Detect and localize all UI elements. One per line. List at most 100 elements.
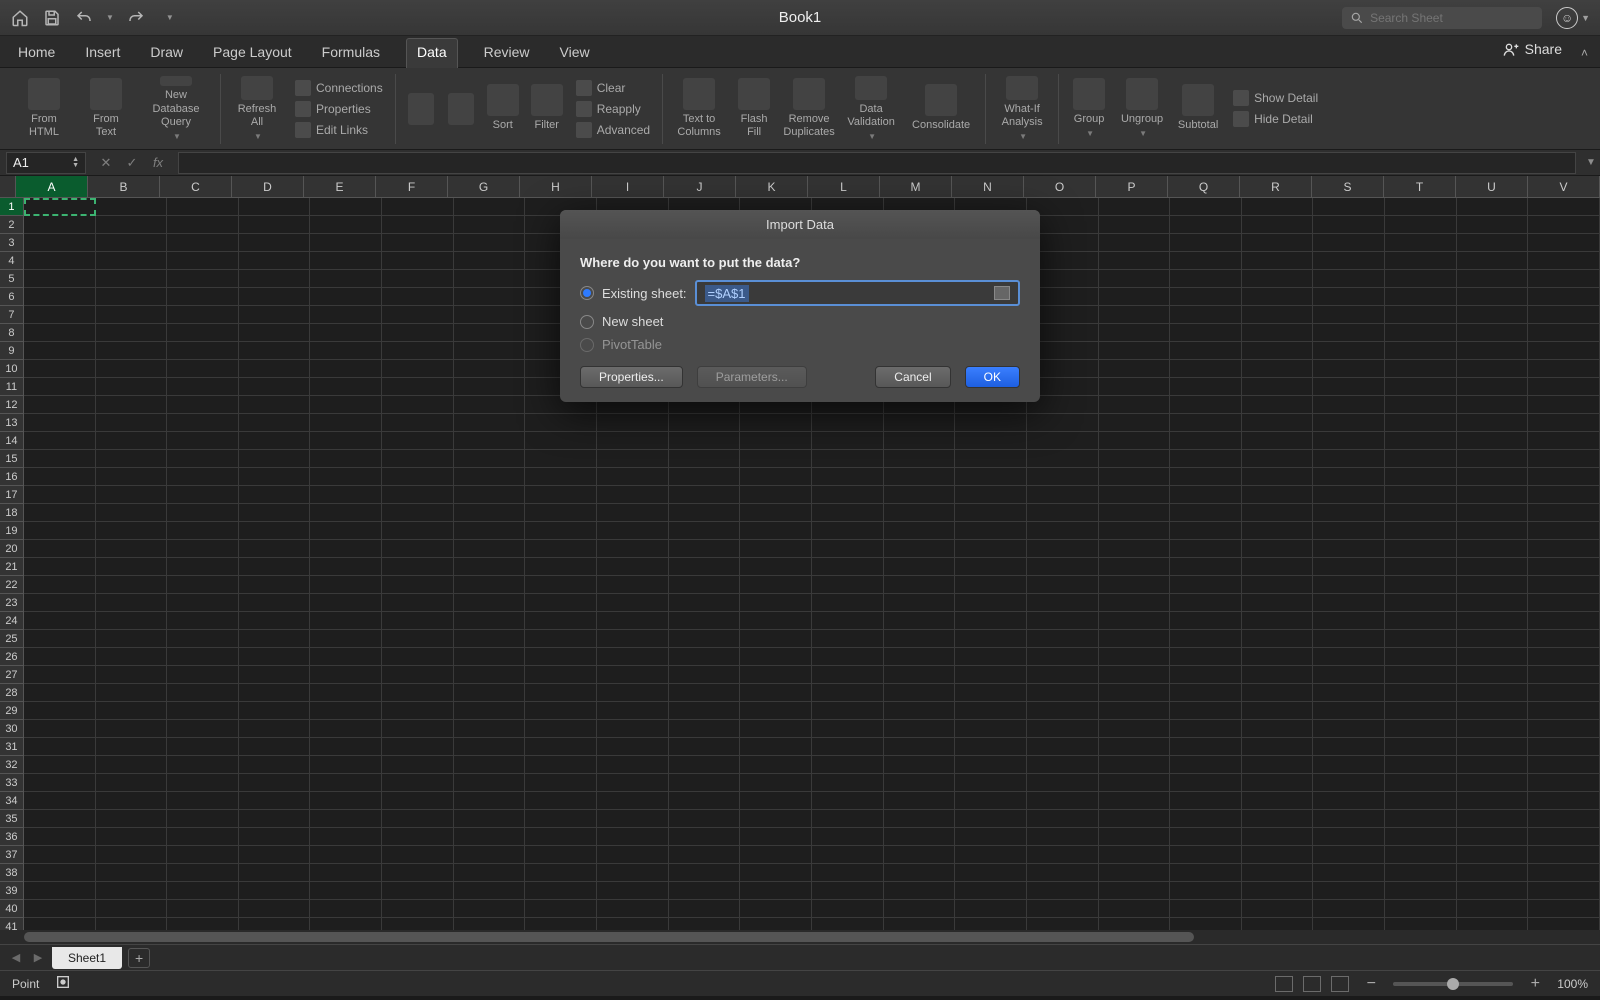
cell[interactable]: [24, 630, 96, 648]
cell[interactable]: [310, 360, 382, 378]
cell[interactable]: [454, 432, 526, 450]
cell[interactable]: [96, 540, 168, 558]
clear-filter-button[interactable]: Clear: [572, 79, 654, 97]
cell[interactable]: [1242, 666, 1314, 684]
cell[interactable]: [1027, 612, 1099, 630]
cell[interactable]: [884, 450, 956, 468]
cell[interactable]: [1313, 864, 1385, 882]
cell[interactable]: [884, 648, 956, 666]
cell[interactable]: [167, 396, 239, 414]
cell[interactable]: [239, 846, 311, 864]
cell[interactable]: [454, 576, 526, 594]
cell[interactable]: [24, 414, 96, 432]
cell[interactable]: [1385, 378, 1457, 396]
cell[interactable]: [1027, 846, 1099, 864]
row-header[interactable]: 5: [0, 270, 24, 288]
cell[interactable]: [884, 684, 956, 702]
cell[interactable]: [1170, 756, 1242, 774]
cell[interactable]: [96, 900, 168, 918]
cell[interactable]: [1313, 486, 1385, 504]
cell[interactable]: [24, 720, 96, 738]
cell[interactable]: [239, 414, 311, 432]
column-header[interactable]: G: [448, 176, 520, 197]
cell[interactable]: [1313, 432, 1385, 450]
cell[interactable]: [669, 450, 741, 468]
cell[interactable]: [1242, 342, 1314, 360]
name-box[interactable]: A1 ▲▼: [6, 152, 86, 174]
cell[interactable]: [1457, 828, 1529, 846]
cell[interactable]: [1099, 594, 1171, 612]
cell[interactable]: [525, 864, 597, 882]
cell[interactable]: [1528, 378, 1600, 396]
column-header[interactable]: K: [736, 176, 808, 197]
cell[interactable]: [96, 648, 168, 666]
cell[interactable]: [167, 378, 239, 396]
cell[interactable]: [1457, 378, 1529, 396]
cell[interactable]: [239, 504, 311, 522]
cell[interactable]: [1099, 882, 1171, 900]
cell[interactable]: [1457, 234, 1529, 252]
cell[interactable]: [1027, 882, 1099, 900]
cell[interactable]: [454, 450, 526, 468]
cell[interactable]: [239, 288, 311, 306]
cell[interactable]: [96, 270, 168, 288]
cell[interactable]: [96, 666, 168, 684]
cell[interactable]: [1385, 342, 1457, 360]
share-button[interactable]: Share: [1503, 41, 1562, 57]
cell[interactable]: [1385, 630, 1457, 648]
cell[interactable]: [1170, 288, 1242, 306]
cell[interactable]: [1313, 288, 1385, 306]
cell[interactable]: [96, 774, 168, 792]
cell[interactable]: [96, 396, 168, 414]
cell[interactable]: [96, 414, 168, 432]
cell[interactable]: [1313, 342, 1385, 360]
cell[interactable]: [96, 378, 168, 396]
cell[interactable]: [1027, 810, 1099, 828]
cell[interactable]: [1528, 198, 1600, 216]
cell[interactable]: [382, 234, 454, 252]
cell[interactable]: [597, 828, 669, 846]
cell[interactable]: [1457, 522, 1529, 540]
column-header[interactable]: V: [1528, 176, 1600, 197]
column-header[interactable]: B: [88, 176, 160, 197]
cell[interactable]: [1385, 234, 1457, 252]
cell[interactable]: [597, 702, 669, 720]
undo-icon[interactable]: [74, 8, 94, 28]
cell[interactable]: [597, 450, 669, 468]
cell[interactable]: [382, 252, 454, 270]
cell[interactable]: [525, 648, 597, 666]
cell[interactable]: [382, 324, 454, 342]
cell[interactable]: [167, 198, 239, 216]
cell[interactable]: [1313, 216, 1385, 234]
cell[interactable]: [884, 576, 956, 594]
row-header[interactable]: 20: [0, 540, 24, 558]
destination-cell-input[interactable]: =$A$1: [695, 280, 1020, 306]
cell[interactable]: [1528, 414, 1600, 432]
cell[interactable]: [1313, 702, 1385, 720]
cell[interactable]: [1385, 666, 1457, 684]
feedback-smiley-icon[interactable]: ☺: [1556, 7, 1578, 29]
cell[interactable]: [1027, 630, 1099, 648]
cell[interactable]: [1457, 558, 1529, 576]
cell[interactable]: [310, 342, 382, 360]
cell[interactable]: [1027, 576, 1099, 594]
row-header[interactable]: 29: [0, 702, 24, 720]
cell[interactable]: [812, 486, 884, 504]
cell[interactable]: [310, 558, 382, 576]
cell[interactable]: [454, 414, 526, 432]
cell[interactable]: [669, 648, 741, 666]
cell[interactable]: [167, 684, 239, 702]
row-header[interactable]: 9: [0, 342, 24, 360]
cell[interactable]: [24, 882, 96, 900]
cell[interactable]: [1528, 360, 1600, 378]
cell[interactable]: [669, 846, 741, 864]
save-icon[interactable]: [42, 8, 62, 28]
cell[interactable]: [597, 486, 669, 504]
flash-fill-button[interactable]: Flash Fill: [733, 76, 775, 142]
cell[interactable]: [812, 666, 884, 684]
cell[interactable]: [24, 756, 96, 774]
properties-button[interactable]: Properties...: [580, 366, 683, 388]
cell[interactable]: [1027, 864, 1099, 882]
cell[interactable]: [884, 846, 956, 864]
cell[interactable]: [740, 522, 812, 540]
